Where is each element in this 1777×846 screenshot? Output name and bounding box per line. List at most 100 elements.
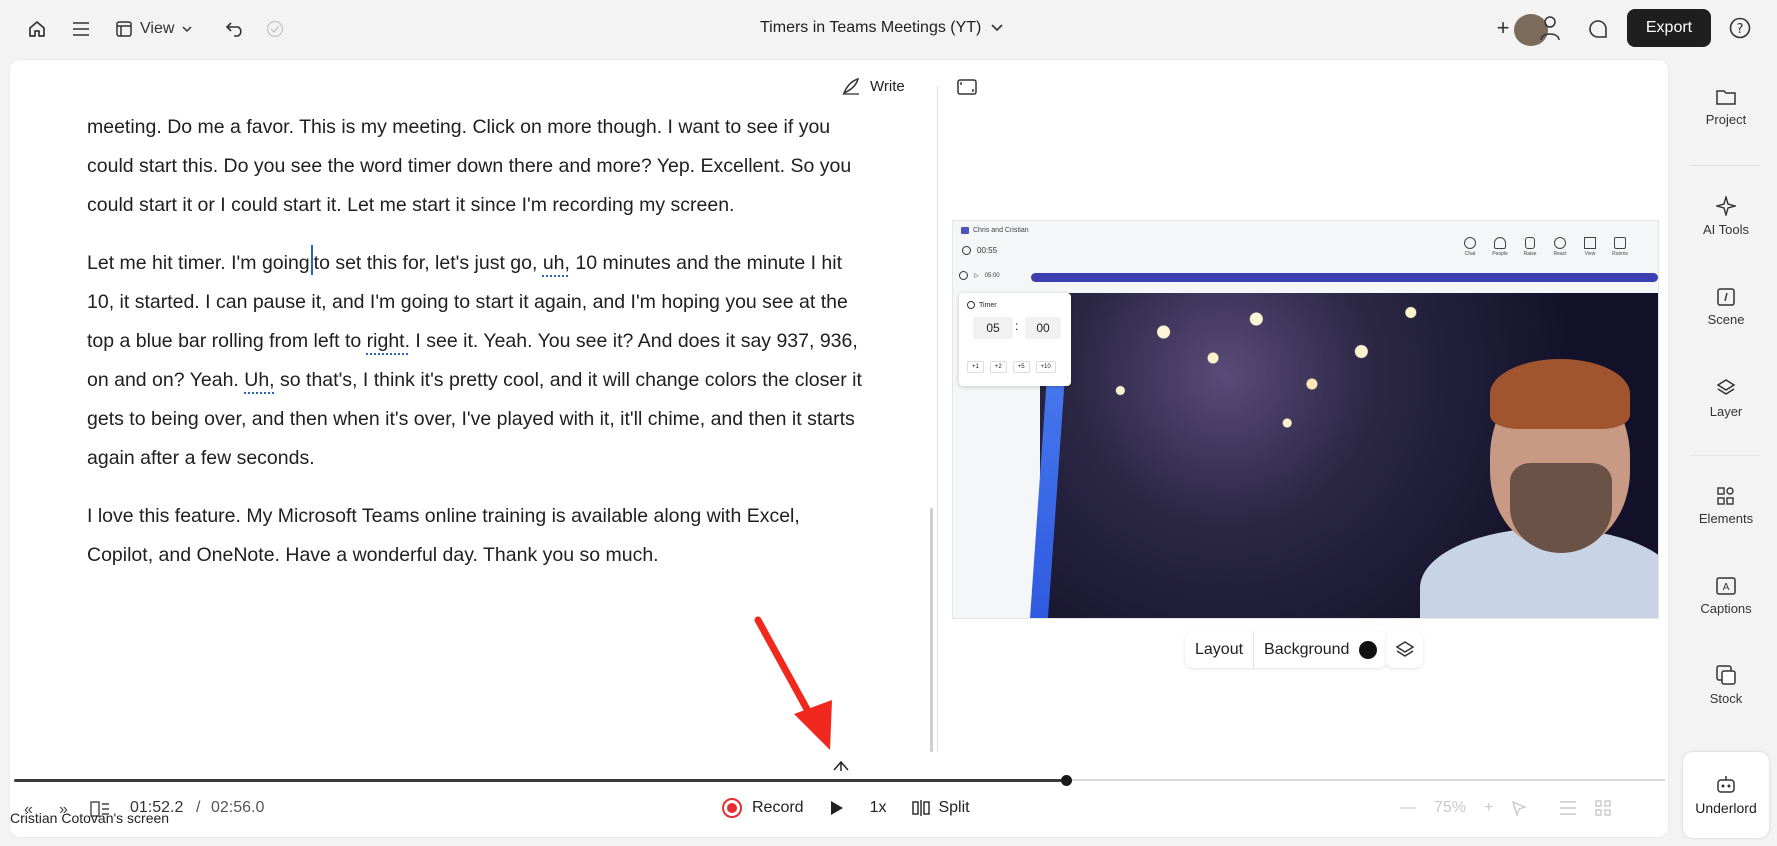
- home-icon[interactable]: [24, 16, 50, 42]
- zoom-out-icon[interactable]: —: [1400, 799, 1416, 817]
- scene-controls: Layout Background: [1185, 631, 1388, 668]
- rail-item-project[interactable]: Project: [1683, 88, 1769, 127]
- project-title-dropdown[interactable]: Timers in Teams Meetings (YT): [760, 16, 1003, 40]
- rail-label: Captions: [1700, 601, 1752, 616]
- record-icon: [722, 798, 742, 818]
- meeting-toolbar: 00:55 Chat People Raise React View Rooms: [953, 237, 1658, 267]
- filler-word[interactable]: uh,: [543, 252, 570, 274]
- playback-controls: Record 1x Split: [722, 798, 970, 818]
- timeline-remaining[interactable]: [1067, 779, 1665, 781]
- view-menu-button[interactable]: View: [116, 16, 192, 42]
- zoom-in-icon[interactable]: +: [1484, 799, 1493, 817]
- timer-status: ▷ 05:00: [959, 271, 1000, 280]
- split-button[interactable]: Split: [912, 799, 970, 817]
- expand-timeline-icon[interactable]: [832, 759, 850, 771]
- rail-divider: [1690, 165, 1760, 166]
- clock-icon: [959, 271, 968, 280]
- undo-icon[interactable]: [222, 16, 248, 42]
- cursor-icon[interactable]: [1511, 800, 1528, 816]
- list-view-icon[interactable]: [1559, 801, 1577, 815]
- playhead[interactable]: [1061, 775, 1072, 786]
- split-icon: [912, 800, 931, 816]
- transcript-scrollbar[interactable]: [930, 508, 933, 752]
- rail-label: AI Tools: [1702, 222, 1749, 237]
- write-mode-button[interactable]: Write: [841, 76, 905, 96]
- background-button[interactable]: Background: [1254, 641, 1359, 659]
- menu-icon[interactable]: [68, 16, 94, 42]
- rail-label: Scene: [1707, 312, 1745, 327]
- comment-icon[interactable]: [1585, 16, 1611, 42]
- layers-icon: [1716, 378, 1736, 398]
- transcript-paragraph[interactable]: I love this feature. My Microsoft Teams …: [87, 497, 867, 575]
- webcam-feed: [1030, 293, 1658, 618]
- timer-increment: +5: [1012, 361, 1030, 373]
- split-label: Split: [938, 799, 970, 816]
- rooms-icon: Rooms: [1609, 237, 1631, 257]
- export-button[interactable]: Export: [1627, 9, 1711, 47]
- play-icon[interactable]: [830, 800, 844, 816]
- meeting-title: Chris and Cristian: [973, 227, 1029, 234]
- transcript-text[interactable]: meeting. Do me a favor. This is my meeti…: [87, 108, 867, 594]
- rail-item-elements[interactable]: Elements: [1683, 487, 1769, 526]
- robot-icon: [1715, 774, 1737, 794]
- layout-icon: [116, 21, 132, 37]
- video-preview[interactable]: Chris and Cristian 00:55 Chat People Rai…: [952, 220, 1659, 619]
- svg-text:A: A: [1723, 582, 1730, 593]
- total-time: 02:56.0: [211, 799, 265, 816]
- project-title: Timers in Teams Meetings (YT): [760, 19, 982, 36]
- rail-item-layer[interactable]: Layer: [1683, 378, 1769, 419]
- layout-button[interactable]: Layout: [1185, 641, 1253, 659]
- timer-minutes: 05: [973, 317, 1013, 339]
- grid-view-icon[interactable]: [1595, 800, 1612, 816]
- meeting-toolbar-items: Chat People Raise React View Rooms: [1459, 237, 1631, 257]
- timer-seconds: 00: [1025, 317, 1061, 339]
- share-people-icon[interactable]: [1538, 14, 1560, 42]
- timer-increment: +1: [967, 361, 984, 373]
- flagged-word[interactable]: right.: [367, 330, 410, 352]
- timer-total: 05:00: [984, 272, 1000, 279]
- speed-button[interactable]: 1x: [870, 799, 887, 817]
- timeline-progress[interactable]: [14, 779, 1067, 782]
- react-icon: React: [1549, 237, 1571, 257]
- add-collaborator-icon[interactable]: +: [1494, 14, 1512, 42]
- record-button[interactable]: Record: [722, 798, 804, 818]
- timer-title: Timer: [979, 301, 997, 309]
- rail-label: Layer: [1709, 404, 1743, 419]
- captions-icon: A: [1716, 577, 1736, 595]
- rail-item-scene[interactable]: Scene: [1683, 288, 1769, 327]
- teams-icon: [961, 227, 969, 234]
- timer-card: Timer 05 : 00 +1 +2 +5 +10: [959, 293, 1071, 386]
- stock-media-icon: [1716, 665, 1736, 685]
- background-color-swatch[interactable]: [1359, 640, 1378, 659]
- transcript-paragraph[interactable]: Let me hit timer. I'm going to set this f…: [87, 244, 867, 478]
- scene-icon: [1717, 288, 1735, 306]
- people-icon: People: [1489, 237, 1511, 257]
- view-label: View: [140, 20, 175, 37]
- rail-divider: [1690, 455, 1760, 456]
- folder-icon: [1716, 88, 1736, 106]
- zoom-controls: — 75% +: [1400, 799, 1612, 817]
- underlord-label: Underlord: [1695, 800, 1757, 816]
- redo-disabled-icon: [262, 16, 288, 42]
- rail-item-captions[interactable]: A Captions: [1683, 577, 1769, 616]
- raise-hand-icon: Raise: [1519, 237, 1541, 257]
- filler-word[interactable]: Uh,: [244, 369, 274, 391]
- sparkle-icon: [1716, 196, 1736, 216]
- transcript-paragraph[interactable]: meeting. Do me a favor. This is my meeti…: [87, 108, 867, 225]
- chevron-down-icon: [182, 25, 192, 33]
- help-icon[interactable]: ?: [1728, 16, 1752, 40]
- play-small-icon: ▷: [974, 273, 979, 279]
- underlord-button[interactable]: Underlord: [1683, 752, 1769, 838]
- expand-icon[interactable]: [957, 79, 977, 95]
- rail-item-ai-tools[interactable]: AI Tools: [1683, 196, 1769, 237]
- rail-label: Project: [1705, 112, 1747, 127]
- panel-divider: [937, 86, 938, 752]
- shield-icon: [962, 246, 971, 255]
- record-label: Record: [752, 799, 804, 816]
- meeting-elapsed: 00:55: [977, 246, 998, 255]
- rail-label: Elements: [1698, 511, 1754, 526]
- layers-button[interactable]: [1386, 631, 1423, 668]
- rail-item-stock[interactable]: Stock: [1683, 665, 1769, 706]
- write-label: Write: [870, 77, 905, 95]
- timer-increment: +2: [989, 361, 1007, 373]
